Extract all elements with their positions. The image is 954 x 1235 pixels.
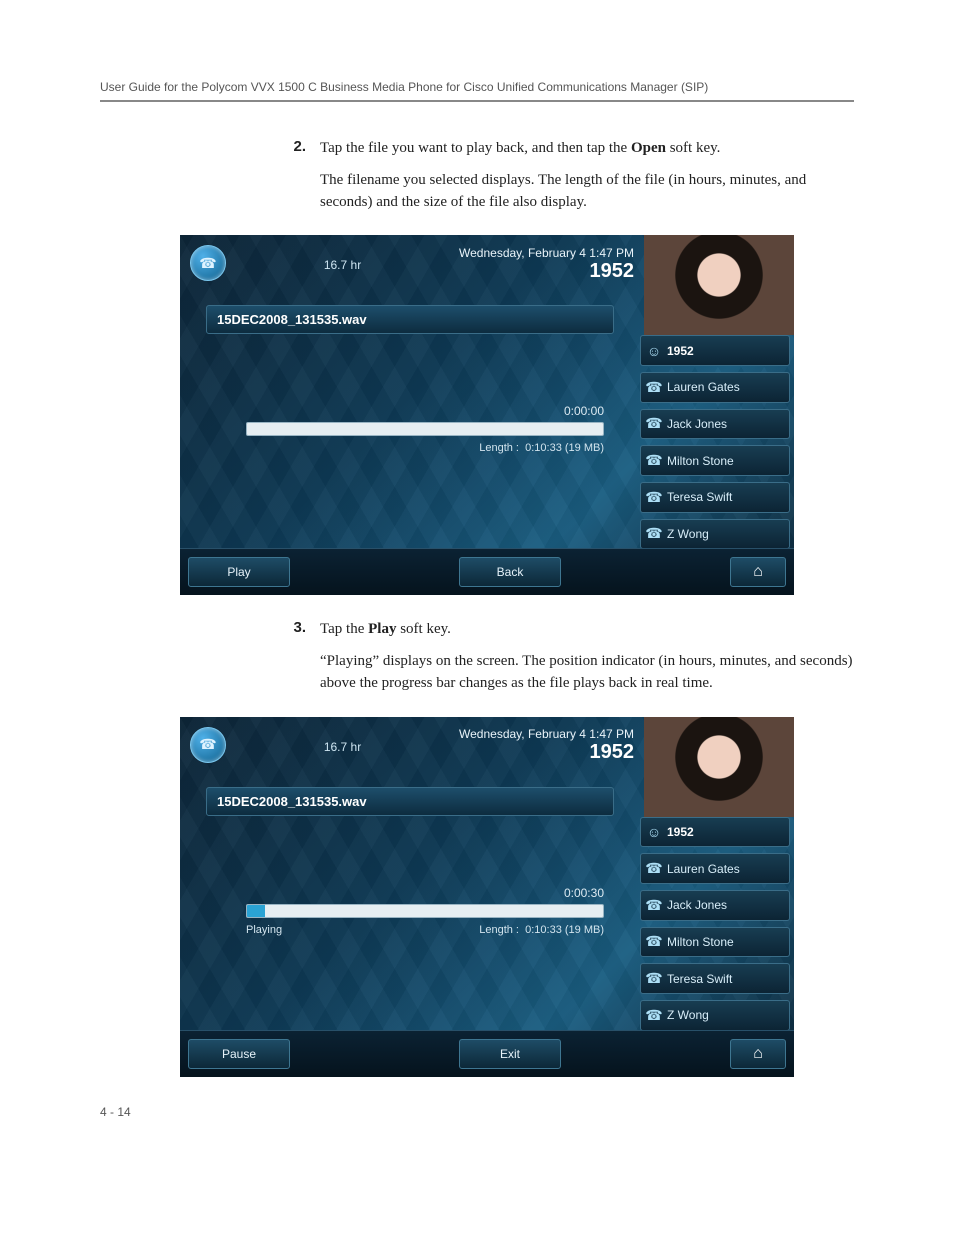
progress-bar[interactable] (246, 904, 604, 918)
step-2: 2. Tap the file you want to play back, a… (100, 138, 854, 223)
line-key-1[interactable]: ☺1952 (640, 817, 790, 848)
person-icon: ☺ (641, 824, 667, 840)
home-icon: ⌂ (753, 1045, 763, 1063)
phone-icon: ☎ (641, 897, 667, 914)
back-button[interactable]: Back (459, 557, 561, 587)
line-key-6-label: Z Wong (667, 1008, 709, 1022)
line-key-2-label: Lauren Gates (667, 380, 740, 394)
avatar (644, 235, 794, 335)
line-key-5[interactable]: ☎Teresa Swift (640, 963, 790, 994)
line-keys-panel: ☺1952 ☎Lauren Gates ☎Jack Jones ☎Milton … (636, 335, 794, 549)
line-key-6-label: Z Wong (667, 527, 709, 541)
header-datetime: Wednesday, February 4 1:47 PM (459, 246, 634, 260)
exit-button[interactable]: Exit (459, 1039, 561, 1069)
elapsed-time: 0:00:30 (206, 886, 604, 900)
phone-icon: ☎ (641, 379, 667, 396)
phone-icon: ☎ (641, 452, 667, 469)
line-key-5[interactable]: ☎Teresa Swift (640, 482, 790, 513)
line-key-2[interactable]: ☎Lauren Gates (640, 372, 790, 403)
main-content: 15DEC2008_131535.wav 0:00:30 Playing Len… (180, 773, 640, 1031)
line-key-1-label: 1952 (667, 825, 694, 839)
step-3-desc: “Playing” displays on the screen. The po… (320, 651, 854, 695)
length-value: 0:10:33 (19 MB) (525, 924, 604, 936)
phone-icon: ☎ (641, 970, 667, 987)
length-label: Length : (479, 924, 519, 936)
line-key-6[interactable]: ☎Z Wong (640, 519, 790, 550)
step-2-body: Tap the file you want to play back, and … (320, 138, 854, 223)
progress-bar[interactable] (246, 422, 604, 436)
header-datetime: Wednesday, February 4 1:47 PM (459, 727, 634, 741)
line-key-5-label: Teresa Swift (667, 972, 732, 986)
home-button[interactable]: ⌂ (730, 557, 786, 587)
avatar (644, 717, 794, 817)
line-status-icon[interactable]: ☎ (190, 245, 226, 281)
phone-icon: ☎ (641, 933, 667, 950)
pause-button[interactable]: Pause (188, 1039, 290, 1069)
playback-status: Playing (246, 924, 479, 936)
step-3-number: 3. (100, 619, 320, 704)
line-key-4[interactable]: ☎Milton Stone (640, 445, 790, 476)
step-3-bold: Play (368, 621, 396, 637)
softkey-bar: Pause Exit ⌂ (180, 1030, 794, 1077)
running-header: User Guide for the Polycom VVX 1500 C Bu… (100, 80, 854, 102)
person-icon: ☺ (641, 343, 667, 359)
elapsed-time: 0:00:00 (206, 404, 604, 418)
line-key-1-label: 1952 (667, 344, 694, 358)
line-status-icon[interactable]: ☎ (190, 727, 226, 763)
step-3-text-a: Tap the (320, 621, 368, 637)
phone-icon: ☎ (641, 415, 667, 432)
line-key-3[interactable]: ☎Jack Jones (640, 890, 790, 921)
header-recording-time: 16.7 hr (226, 736, 459, 754)
step-2-desc: The filename you selected displays. The … (320, 170, 854, 214)
length-label: Length : (479, 442, 519, 454)
filename-field[interactable]: 15DEC2008_131535.wav (206, 305, 614, 334)
line-key-6[interactable]: ☎Z Wong (640, 1000, 790, 1031)
phone-icon: ☎ (641, 489, 667, 506)
line-key-1[interactable]: ☺1952 (640, 335, 790, 366)
screenshot-1: ☎ 16.7 hr Wednesday, February 4 1:47 PM … (180, 235, 794, 595)
step-2-bold: Open (631, 140, 666, 156)
main-content: 15DEC2008_131535.wav 0:00:00 Length : 0:… (180, 291, 640, 549)
step-2-text-a: Tap the file you want to play back, and … (320, 140, 631, 156)
phone-icon: ☎ (641, 525, 667, 542)
softkey-bar: Play Back ⌂ (180, 548, 794, 595)
line-keys-panel: ☺1952 ☎Lauren Gates ☎Jack Jones ☎Milton … (636, 817, 794, 1031)
line-key-4-label: Milton Stone (667, 935, 734, 949)
home-icon: ⌂ (753, 563, 763, 581)
line-key-2-label: Lauren Gates (667, 862, 740, 876)
line-key-3-label: Jack Jones (667, 417, 727, 431)
phone-icon: ☎ (641, 1007, 667, 1024)
home-button[interactable]: ⌂ (730, 1039, 786, 1069)
step-2-number: 2. (100, 138, 320, 223)
status-bar: ☎ 16.7 hr Wednesday, February 4 1:47 PM … (180, 717, 644, 773)
step-2-text-b: soft key. (666, 140, 720, 156)
filename-field[interactable]: 15DEC2008_131535.wav (206, 787, 614, 816)
line-key-4-label: Milton Stone (667, 454, 734, 468)
line-key-2[interactable]: ☎Lauren Gates (640, 853, 790, 884)
line-key-4[interactable]: ☎Milton Stone (640, 927, 790, 958)
header-extension: 1952 (459, 741, 634, 764)
playback-status (246, 442, 479, 454)
step-3-text-b: soft key. (396, 621, 450, 637)
page-number: 4 - 14 (100, 1105, 854, 1119)
header-recording-time: 16.7 hr (226, 254, 459, 272)
header-extension: 1952 (459, 260, 634, 283)
length-value: 0:10:33 (19 MB) (525, 442, 604, 454)
status-bar: ☎ 16.7 hr Wednesday, February 4 1:47 PM … (180, 235, 644, 291)
screenshot-2: ☎ 16.7 hr Wednesday, February 4 1:47 PM … (180, 717, 794, 1077)
phone-icon: ☎ (641, 860, 667, 877)
line-key-3[interactable]: ☎Jack Jones (640, 409, 790, 440)
line-key-3-label: Jack Jones (667, 898, 727, 912)
play-button[interactable]: Play (188, 557, 290, 587)
step-3-body: Tap the Play soft key. “Playing” display… (320, 619, 854, 704)
step-3: 3. Tap the Play soft key. “Playing” disp… (100, 619, 854, 704)
line-key-5-label: Teresa Swift (667, 490, 732, 504)
